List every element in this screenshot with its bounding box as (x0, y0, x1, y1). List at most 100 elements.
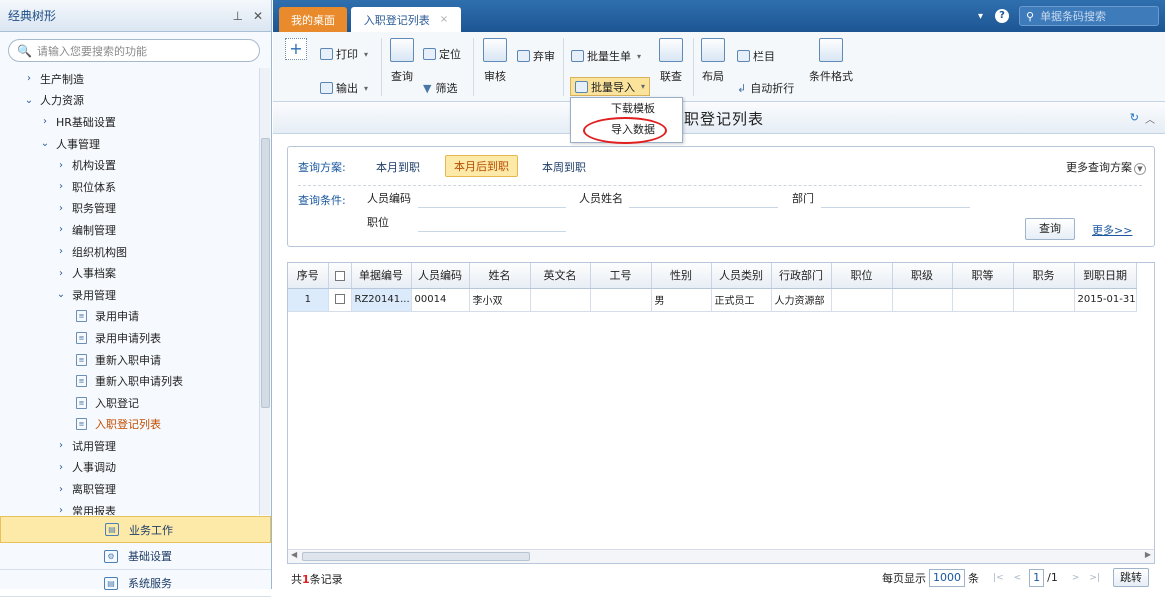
tree-item[interactable]: › HR基础设置 (0, 111, 258, 133)
chevron-right-icon[interactable]: › (54, 505, 68, 515)
tree-scrollbar-thumb[interactable] (261, 138, 270, 408)
chevron-down-icon[interactable]: ⌄ (54, 289, 68, 300)
tree-item[interactable]: › 人事档案 (0, 262, 258, 284)
tree-item[interactable]: ≡ 入职登记列表 (0, 414, 258, 436)
column-header[interactable]: 姓名 (469, 263, 531, 289)
tree-item[interactable]: › 职位体系 (0, 176, 258, 198)
tree-item[interactable]: › 试用管理 (0, 435, 258, 457)
tree-item[interactable]: › 编制管理 (0, 219, 258, 241)
per-page-input[interactable]: 1000 (929, 568, 966, 587)
columns-button[interactable]: 栏目 (737, 48, 775, 64)
tree-item[interactable]: ≡ 重新入职申请列表 (0, 370, 258, 392)
function-search-input[interactable]: 🔍 请输入您要搜索的功能 (8, 39, 260, 62)
chevron-down-icon[interactable]: ⌄ (38, 138, 52, 149)
current-page-input[interactable]: 1 (1029, 568, 1045, 587)
query-button[interactable]: 查询 (390, 38, 414, 84)
emp-name-field[interactable] (629, 207, 778, 208)
prev-page-icon[interactable]: < (1014, 573, 1022, 583)
last-page-icon[interactable]: >| (1089, 573, 1100, 583)
scroll-left-icon[interactable]: ◀ (291, 550, 297, 559)
plan-this-week[interactable]: 本周到职 (542, 159, 586, 175)
grid-scroll-thumb[interactable] (302, 552, 530, 561)
tree-item[interactable]: › 机构设置 (0, 154, 258, 176)
bottom-nav-item[interactable]: ▤ 系统服务 (0, 570, 271, 597)
next-page-icon[interactable]: > (1072, 573, 1080, 583)
tree-item[interactable]: › 常用报表 (0, 500, 258, 515)
tree-item[interactable]: › 组织机构图 (0, 241, 258, 263)
checkbox-icon[interactable] (334, 294, 345, 304)
column-header[interactable]: 职级 (892, 263, 953, 289)
tree-item[interactable]: ≡ 录用申请 (0, 306, 258, 328)
tree-item[interactable]: ≡ 重新入职申请 (0, 349, 258, 371)
chevron-right-icon[interactable]: › (54, 160, 68, 171)
settings-dropdown-icon[interactable]: ▾ (978, 11, 983, 22)
print-button[interactable]: 打印 ▾ (320, 46, 368, 62)
tab-close-icon[interactable]: × (440, 14, 448, 25)
column-header[interactable]: 人员编码 (411, 263, 470, 289)
column-header[interactable]: 序号 (288, 263, 329, 289)
tab-my-desktop[interactable]: 我的桌面 (279, 7, 347, 32)
close-icon[interactable]: ✕ (253, 9, 263, 23)
collapse-up-icon[interactable]: ︿ (1145, 111, 1155, 126)
column-header[interactable]: 职等 (952, 263, 1014, 289)
tree-item[interactable]: ⌄ 人力资源 (0, 90, 258, 112)
bottom-nav-item[interactable]: ▤ 业务工作 (0, 516, 271, 543)
column-header[interactable]: 性别 (651, 263, 712, 289)
tab-onboarding-list[interactable]: 入职登记列表 × (351, 7, 461, 32)
chevron-right-icon[interactable]: › (54, 484, 68, 495)
tree-item[interactable]: › 生产制造 (0, 68, 258, 90)
chevron-right-icon[interactable]: › (54, 224, 68, 235)
dept-field[interactable] (821, 207, 970, 208)
column-header[interactable]: 行政部门 (771, 263, 832, 289)
export-button[interactable]: 输出 ▾ (320, 80, 368, 96)
emp-code-field[interactable] (418, 207, 566, 208)
plan-after-this-month[interactable]: 本月后到职 (445, 155, 518, 177)
download-template-item[interactable]: 下载模板 (571, 98, 682, 119)
layout-button[interactable]: 布局 (701, 38, 725, 84)
help-icon[interactable]: ? (995, 9, 1009, 23)
tree-item[interactable]: › 离职管理 (0, 478, 258, 500)
chevron-right-icon[interactable]: › (54, 203, 68, 214)
filter-button[interactable]: ▼ 筛选 (423, 80, 457, 96)
tree-item[interactable]: ⌄ 人事管理 (0, 133, 258, 155)
row-checkbox[interactable] (328, 288, 352, 312)
batch-import-button[interactable]: 批量导入 ▾ (570, 77, 651, 96)
plan-this-month[interactable]: 本月到职 (376, 159, 420, 175)
column-header[interactable]: 工号 (590, 263, 652, 289)
chevron-right-icon[interactable]: › (54, 268, 68, 279)
grid-horizontal-scrollbar[interactable]: ◀ ▶ (288, 549, 1154, 563)
conditional-format-button[interactable]: 条件格式 (809, 38, 853, 84)
batch-generate-button[interactable]: 批量生单 ▾ (571, 48, 641, 64)
position-field[interactable] (418, 231, 566, 232)
barcode-search-input[interactable]: ⚲ 单据条码搜索 (1019, 6, 1159, 26)
pin-icon[interactable]: ⊥ (232, 9, 242, 23)
column-header[interactable]: 单据编号 (351, 263, 412, 289)
tree-scrollbar[interactable] (259, 68, 270, 515)
chevron-right-icon[interactable]: › (38, 116, 52, 127)
jump-button[interactable]: 跳转 (1113, 568, 1149, 587)
column-header[interactable]: 职务 (1013, 263, 1075, 289)
select-all-checkbox[interactable] (328, 263, 352, 289)
column-header[interactable]: 人员类别 (711, 263, 772, 289)
audit-button[interactable]: 审核 (483, 38, 507, 84)
link-query-button[interactable]: 联查 (659, 38, 683, 84)
add-button[interactable]: + (285, 38, 307, 60)
chevron-right-icon[interactable]: › (54, 246, 68, 257)
checkbox-icon[interactable] (334, 270, 345, 281)
column-header[interactable]: 英文名 (530, 263, 591, 289)
chevron-right-icon[interactable]: › (22, 73, 36, 84)
abandon-audit-button[interactable]: 弃审 (517, 48, 555, 64)
chevron-right-icon[interactable]: › (54, 462, 68, 473)
bottom-nav-item[interactable]: ⚙ 基础设置 (0, 543, 271, 570)
tree-item[interactable]: › 人事调动 (0, 457, 258, 479)
table-row[interactable]: 1 RZ20141... 00014 李小双 男正式员工 人力资源部 2015-01-31 (288, 288, 1137, 312)
chevron-right-icon[interactable]: › (54, 440, 68, 451)
column-header[interactable]: 到职日期 (1074, 263, 1137, 289)
query-submit-button[interactable]: 查询 (1025, 218, 1075, 240)
tree-item[interactable]: › 职务管理 (0, 198, 258, 220)
more-conditions-link[interactable]: 更多>> (1092, 222, 1132, 238)
tree-item[interactable]: ⌄ 录用管理 (0, 284, 258, 306)
first-page-icon[interactable]: |< (993, 573, 1004, 583)
column-header[interactable]: 职位 (831, 263, 893, 289)
auto-wrap-button[interactable]: ↲ 自动折行 (737, 80, 794, 96)
